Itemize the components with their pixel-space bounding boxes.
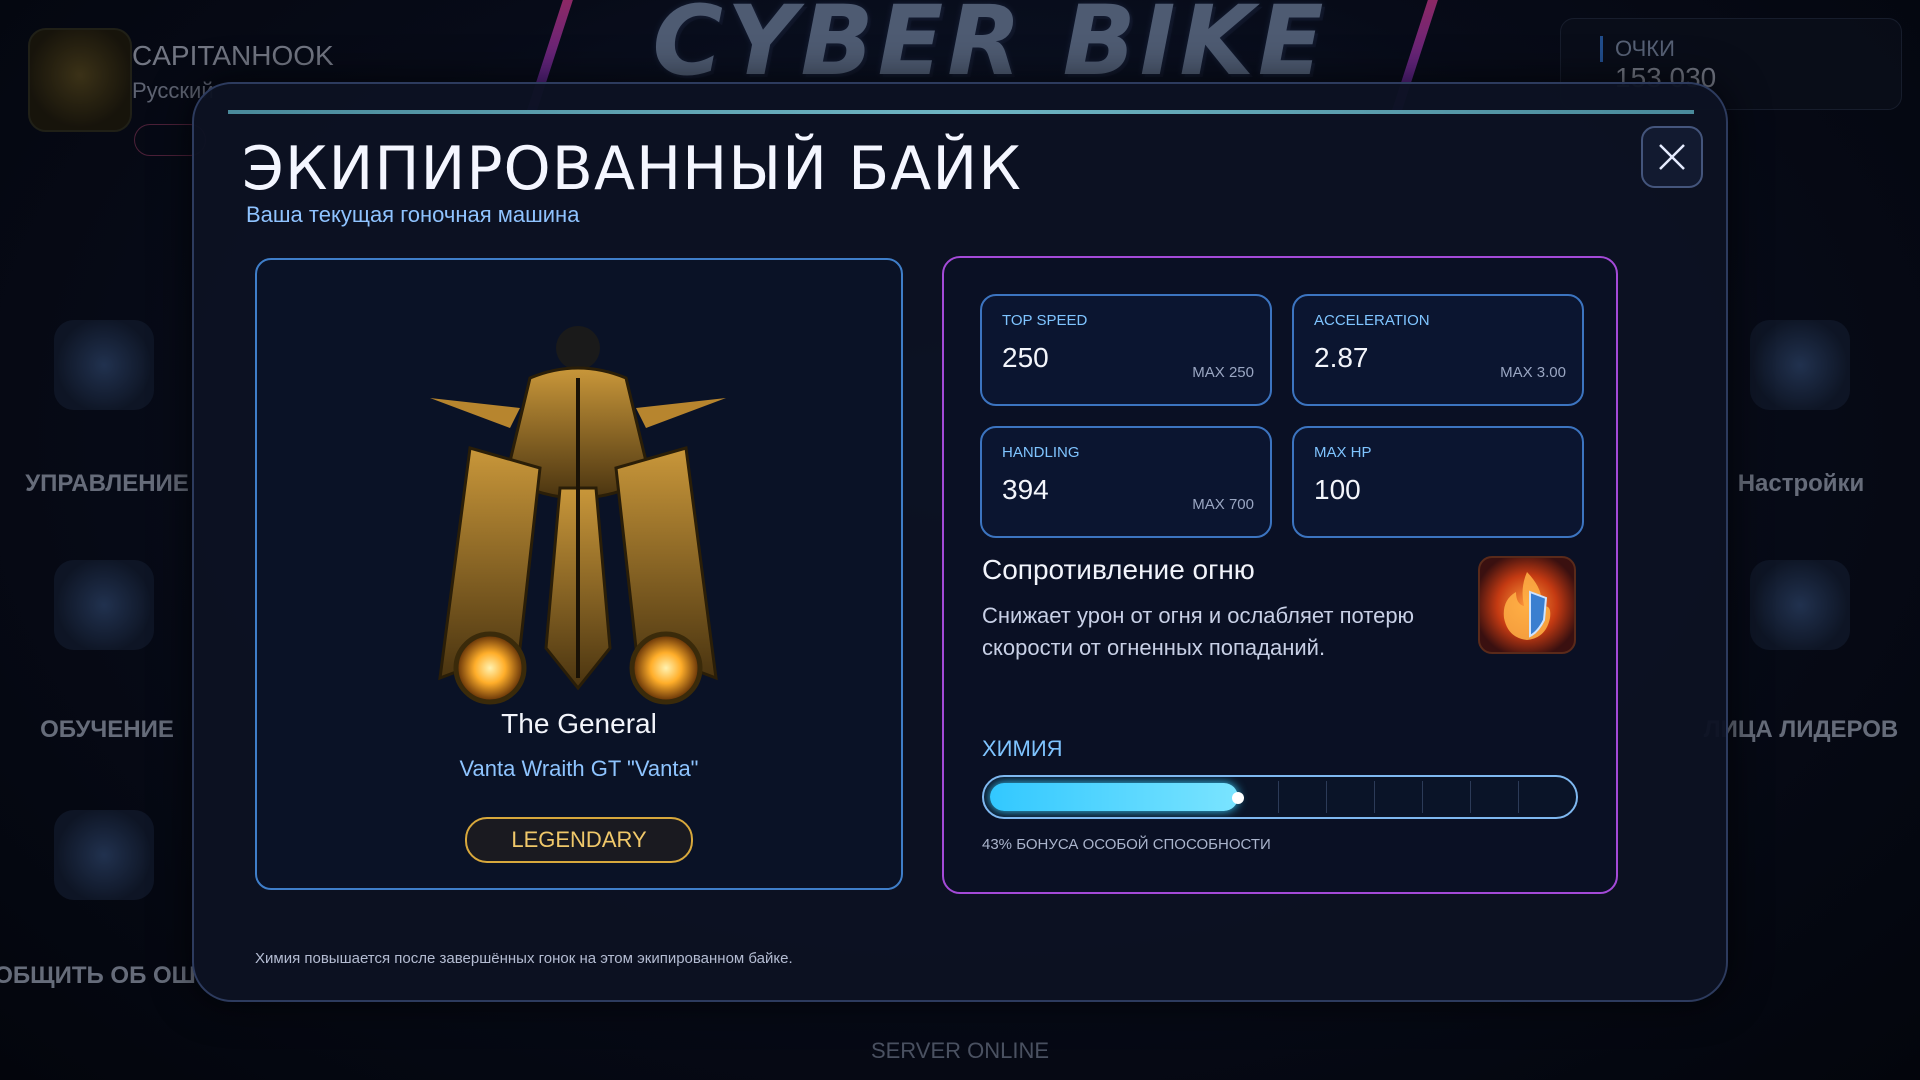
menu-label-report[interactable]: ОБЩИТЬ ОБ ОШ [0, 962, 210, 990]
ability-title: Сопротивление огню [982, 554, 1255, 585]
menu-label-tutorial[interactable]: ОБУЧЕНИЕ [0, 716, 222, 744]
chemistry-segment-tick [1470, 781, 1471, 813]
stat-value: 100 [1314, 474, 1361, 505]
bike-image [430, 326, 726, 705]
stat-label: MAX HP [1314, 444, 1372, 461]
bike-name: The General [501, 708, 657, 739]
stat-card-acceleration: ACCELERATION 2.87 MAX 3.00 [1292, 294, 1584, 406]
chemistry-progress-marker [1232, 792, 1244, 804]
stat-card-top-speed: TOP SPEED 250 MAX 250 [980, 294, 1272, 406]
modal-title: ЭКИПИРОВАННЫЙ БАЙК [242, 134, 1022, 204]
chemistry-label: ХИМИЯ [982, 736, 1063, 761]
close-button[interactable] [1641, 126, 1703, 188]
score-label: ОЧКИ [1600, 36, 1675, 62]
stat-max: MAX 250 [1192, 364, 1254, 381]
keyboard-icon[interactable] [54, 320, 154, 410]
menu-label-controls[interactable]: УПРАВЛЕНИЕ [0, 470, 222, 498]
footer-note: Химия повышается после завершённых гонок… [255, 950, 793, 967]
stat-label: ACCELERATION [1314, 312, 1430, 329]
trophy-icon[interactable] [1750, 560, 1850, 650]
chemistry-progress-bar [982, 775, 1578, 819]
avatar[interactable] [28, 28, 132, 132]
chemistry-progress-fill [990, 783, 1238, 811]
stat-card-max-hp: MAX HP 100 [1292, 426, 1584, 538]
stat-max: MAX 3.00 [1500, 364, 1566, 381]
profile-name: CAPITANHOOK [132, 40, 334, 71]
stat-label: TOP SPEED [1002, 312, 1088, 329]
stat-label: HANDLING [1002, 444, 1080, 461]
bike-model: Vanta Wraith GT "Vanta" [459, 756, 699, 781]
ability-description: Снижает урон от огня и ослабляет потерю … [982, 603, 1415, 660]
chemistry-segment-tick [1374, 781, 1375, 813]
stat-value: 250 [1002, 342, 1049, 373]
chemistry-segment-tick [1422, 781, 1423, 813]
chemistry-segment-tick [1278, 781, 1279, 813]
server-status: SERVER ONLINE [870, 1038, 1050, 1063]
stat-card-handling: HANDLING 394 MAX 700 [980, 426, 1272, 538]
fire-shield-icon [1478, 556, 1576, 654]
stat-value: 394 [1002, 474, 1049, 505]
chemistry-segment-tick [1326, 781, 1327, 813]
stat-value: 2.87 [1314, 342, 1369, 373]
book-icon[interactable] [54, 560, 154, 650]
modal-subtitle: Ваша текущая гоночная машина [246, 202, 580, 227]
rarity-badge: LEGENDARY [465, 817, 693, 863]
chemistry-segment-tick [1518, 781, 1519, 813]
bug-report-icon[interactable] [54, 810, 154, 900]
gear-icon[interactable] [1750, 320, 1850, 410]
chemistry-caption: 43% БОНУСА ОСОБОЙ СПОСОБНОСТИ [982, 836, 1271, 853]
modal-accent-line [228, 110, 1694, 114]
stat-max: MAX 700 [1192, 496, 1254, 513]
close-icon [1659, 144, 1685, 170]
